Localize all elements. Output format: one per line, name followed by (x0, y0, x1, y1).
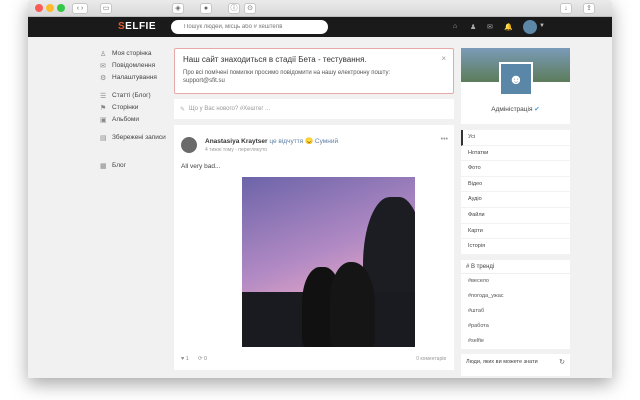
share-button[interactable]: ⟳ 0 (198, 356, 207, 362)
messages-icon[interactable]: ✉ (487, 23, 493, 31)
support-email: support@sfit.su (183, 78, 225, 84)
verified-icon: ✔ (534, 106, 540, 113)
like-button[interactable]: ♥ 1 (181, 356, 189, 362)
menu-item-all[interactable]: Усі (461, 130, 570, 146)
site-header: SELFIE ⌕ ⌂ ♟ ✉ 🔔 ▼ (28, 17, 612, 37)
edit-icon: ✎ (180, 106, 186, 113)
browser-window: ‹ › ▭ ◈ ● ⓘ ⊙ ↓ ⇪ SELFIE ⌕ ⌂ ♟ ✉ 🔔 ▼ ♙Мо… (28, 0, 612, 378)
articles-icon: ☰ (100, 93, 107, 100)
sections-menu: Усі Нотатки Фото Відео Аудіо Файли Карти… (461, 130, 570, 255)
beta-notice: Наш сайт знаходиться в стадії Бета - тес… (174, 48, 454, 94)
nav-item-blog[interactable]: ▦ Блог (100, 162, 170, 174)
gear-icon: ⚙ (100, 75, 107, 82)
nav-item-messages[interactable]: ✉ Повідомлення (100, 62, 170, 74)
menu-item-photos[interactable]: Фото (461, 161, 570, 177)
info-icon[interactable]: ⓘ (228, 3, 240, 14)
menu-item-files[interactable]: Файли (461, 208, 570, 224)
bookmark-icon: ▤ (100, 135, 107, 142)
main-feed: Наш сайт знаходиться в стадії Бета - тес… (174, 48, 454, 370)
menu-item-audio[interactable]: Аудіо (461, 192, 570, 208)
user-icon: ♙ (100, 51, 107, 58)
trend-tag[interactable]: #работа (461, 319, 570, 334)
profile-name-line[interactable]: Адміністрація ✔ (461, 105, 570, 113)
menu-item-maps[interactable]: Карти (461, 224, 570, 240)
menu-item-videos[interactable]: Відео (461, 177, 570, 193)
maximize-window-button[interactable] (57, 4, 65, 12)
share-icon[interactable]: ⇪ (583, 3, 595, 14)
people-suggestions: Люди, яких ви можете знати ↻ (461, 353, 570, 376)
extension-icon[interactable]: ⊙ (244, 3, 256, 14)
pages-icon: ⚑ (100, 105, 107, 112)
trends-panel: # В тренді #весело #погода_ужас #штаб #р… (461, 259, 570, 349)
people-title: Люди, яких ви можете знати (466, 358, 538, 365)
trend-tag[interactable]: #погода_ужас (461, 289, 570, 304)
menu-item-history[interactable]: Історія (461, 239, 570, 255)
nav-item-my-page[interactable]: ♙ Моя сторінка (100, 50, 170, 62)
feed-post: Anastasiya Kraytser це відчуття 😞 Сумний… (174, 125, 454, 370)
beta-notice-title: Наш сайт знаходиться в стадії Бета - тес… (183, 55, 367, 64)
more-icon[interactable]: ••• (441, 136, 448, 143)
left-sidebar: ♙ Моя сторінка ✉ Повідомлення ⚙ Налаштуванн… (100, 50, 170, 174)
right-sidebar: ☻ Адміністрація ✔ Усі Нотатки Фото Відео… (461, 48, 570, 376)
image-icon: ▣ (100, 117, 107, 124)
shield-icon[interactable]: ◈ (172, 3, 184, 14)
menu-item-notes[interactable]: Нотатки (461, 146, 570, 162)
blog-icon: ▦ (100, 163, 107, 170)
post-composer[interactable]: ✎ Що у Вас нового? #Хештег ... (174, 99, 454, 119)
profile-avatar[interactable]: ☻ (499, 62, 533, 96)
trend-tag[interactable]: #selfie (461, 334, 570, 349)
post-actions: ♥ 1 ⟳ 0 (181, 356, 207, 362)
nav-item-pages[interactable]: ⚑ Сторінки (100, 104, 170, 116)
nav-item-settings[interactable]: ⚙ Налаштування (100, 74, 170, 86)
post-author-line: Anastasiya Kraytser це відчуття 😞 Сумний (205, 137, 338, 145)
nav-item-albums[interactable]: ▣ Альбоми (100, 116, 170, 128)
search-input[interactable] (171, 20, 328, 34)
back-icon[interactable]: ‹ › (72, 3, 88, 14)
minimize-window-button[interactable] (46, 4, 54, 12)
sidebar-icon[interactable]: ▭ (100, 3, 112, 14)
heart-icon: ♥ (181, 356, 185, 362)
feeling-prefix: це відчуття (269, 138, 304, 145)
notifications-icon[interactable]: 🔔 (504, 23, 513, 31)
feeling: Сумний (314, 138, 339, 145)
avatar[interactable] (181, 137, 197, 153)
post-text: All very bad... (181, 163, 221, 170)
chat-icon: ✉ (100, 63, 106, 70)
github-icon[interactable]: ● (200, 3, 212, 14)
refresh-icon[interactable]: ↻ (559, 358, 565, 366)
site-logo[interactable]: SELFIE (118, 21, 156, 32)
trend-tag[interactable]: #штаб (461, 304, 570, 319)
close-icon[interactable]: × (441, 54, 446, 63)
nav-item-articles[interactable]: ☰ Статті (Блог) (100, 92, 170, 104)
chevron-down-icon[interactable]: ▼ (539, 23, 545, 29)
nav-item-saved[interactable]: ▤ Збережені записи (100, 134, 170, 156)
comments-count[interactable]: 0 коментарів (416, 356, 446, 362)
download-icon[interactable]: ↓ (560, 3, 572, 14)
post-meta: 4 тижні тому - переглянуто (205, 147, 267, 153)
post-author[interactable]: Anastasiya Kraytser (205, 138, 268, 145)
trends-title: # В тренді (461, 260, 570, 274)
composer-placeholder: Що у Вас нового? #Хештег ... (189, 106, 271, 112)
browser-chrome: ‹ › ▭ ◈ ● ⓘ ⊙ ↓ ⇪ (28, 0, 612, 17)
home-icon[interactable]: ⌂ (453, 23, 457, 30)
close-window-button[interactable] (35, 4, 43, 12)
emoji-icon: 😞 (305, 138, 314, 145)
profile-card: ☻ Адміністрація ✔ (461, 48, 570, 124)
share-icon: ⟳ (197, 356, 203, 362)
friends-icon[interactable]: ♟ (470, 23, 476, 31)
post-photo[interactable] (242, 177, 415, 347)
user-avatar[interactable] (523, 20, 537, 34)
trend-tag[interactable]: #весело (461, 274, 570, 289)
beta-notice-text: Про всі помічені помилки просимо повідом… (183, 70, 391, 76)
